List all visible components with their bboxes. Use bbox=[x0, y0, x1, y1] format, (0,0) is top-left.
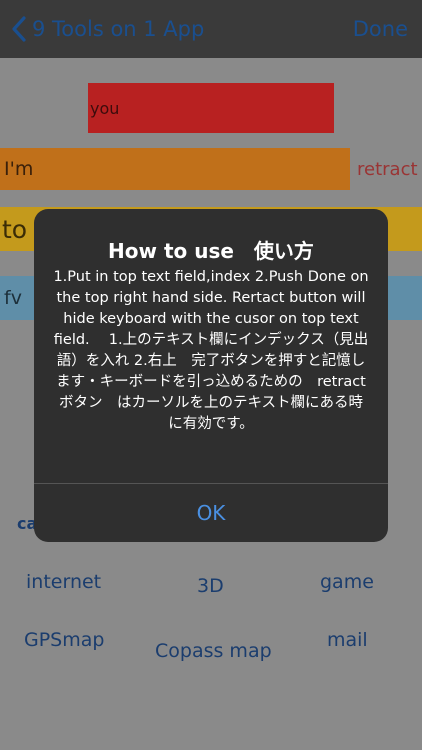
alert-message: 1.Put in top text field,index 2.Push Don… bbox=[53, 269, 369, 432]
internet-button[interactable]: internet bbox=[26, 571, 101, 593]
gpsmap-button[interactable]: GPSmap bbox=[24, 629, 104, 651]
top-text-field[interactable]: you bbox=[88, 83, 334, 133]
how-to-use-alert: How to use 使い方 1.Put in top text field,i… bbox=[34, 209, 388, 542]
back-button-label: 9 Tools on 1 App bbox=[32, 17, 205, 41]
done-button[interactable]: Done bbox=[353, 14, 408, 44]
mail-button[interactable]: mail bbox=[327, 629, 368, 651]
text-field-2[interactable]: I'm bbox=[0, 148, 350, 190]
retract-button[interactable]: retract bbox=[357, 159, 418, 180]
alert-title: How to use 使い方 bbox=[108, 239, 314, 263]
3d-button[interactable]: 3D bbox=[197, 575, 224, 597]
game-button[interactable]: game bbox=[320, 571, 374, 593]
back-button[interactable]: 9 Tools on 1 App bbox=[10, 14, 204, 44]
ok-button[interactable]: OK bbox=[34, 484, 388, 542]
compass-map-button[interactable]: Copass map bbox=[155, 640, 272, 662]
navigation-bar: 9 Tools on 1 App Done bbox=[0, 0, 422, 58]
chevron-left-icon bbox=[12, 16, 26, 42]
